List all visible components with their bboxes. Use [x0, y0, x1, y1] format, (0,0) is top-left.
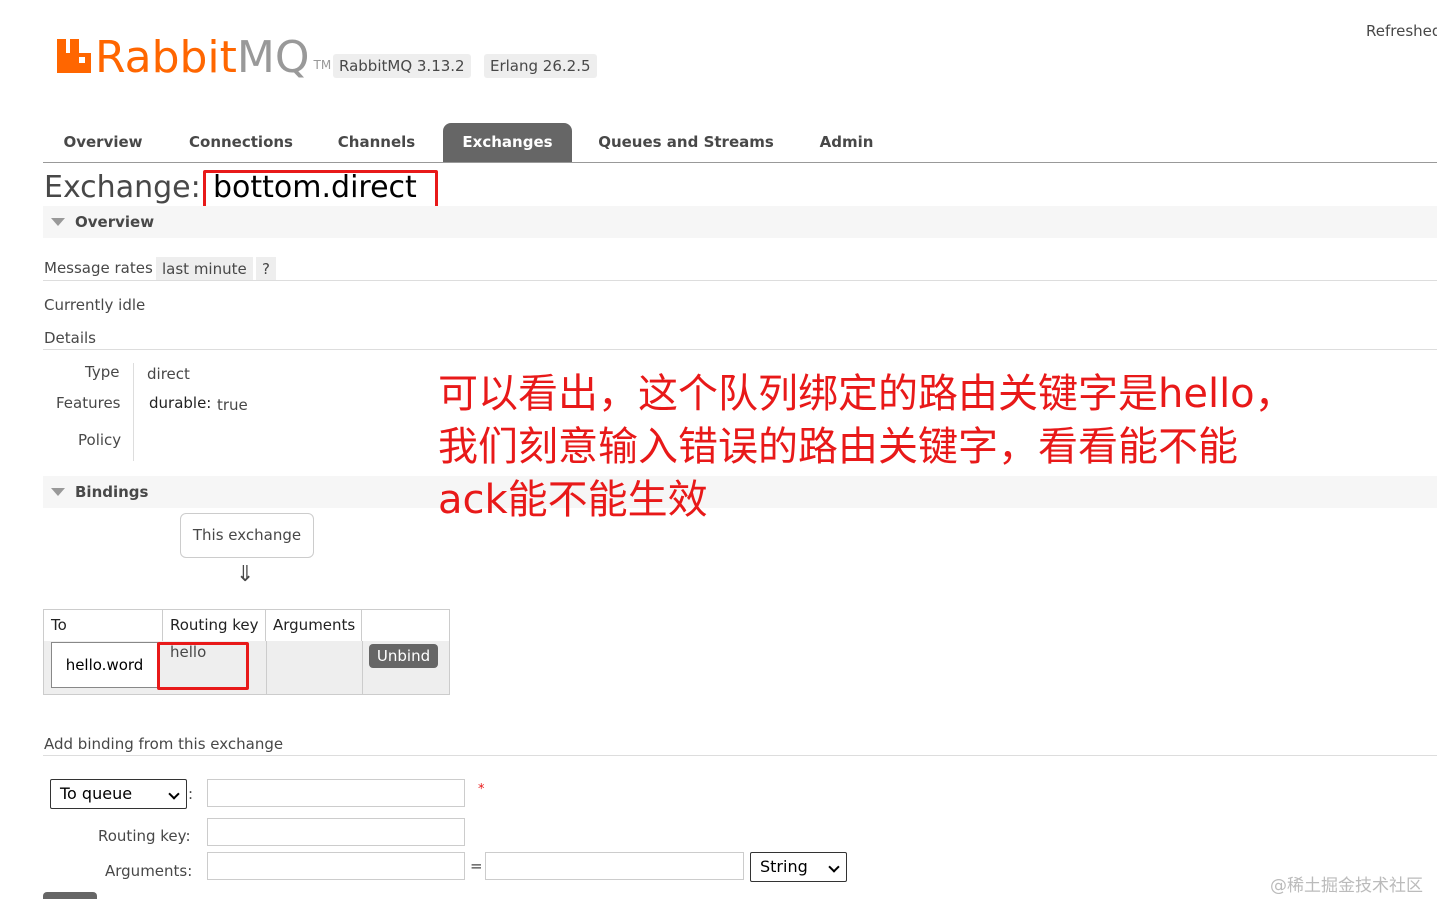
annotation-line-1: 可以看出，这个队列绑定的路由关键字是hello，	[438, 371, 1295, 417]
unbind-button[interactable]: Unbind	[369, 644, 438, 668]
annotation-line-3: ack能不能生效	[438, 477, 708, 523]
tab-queues-and-streams[interactable]: Queues and Streams	[591, 123, 781, 162]
overview-section-toggle[interactable]: Overview	[43, 206, 1437, 238]
tab-overview[interactable]: Overview	[53, 123, 153, 162]
required-mark: *	[478, 782, 485, 797]
argument-type-value: String	[760, 857, 808, 876]
collapse-triangle-icon	[51, 218, 65, 226]
refreshed-status: Refreshed	[1366, 22, 1437, 40]
chevron-down-icon	[828, 861, 840, 873]
bindings-heading: Bindings	[75, 483, 149, 501]
tab-channels[interactable]: Channels	[329, 123, 424, 162]
details-label: Details	[44, 329, 97, 347]
annotation-highlight-box-routing-key	[157, 642, 249, 690]
logo-trademark: TM	[313, 58, 332, 72]
argument-equals: =	[470, 857, 483, 875]
tab-connections[interactable]: Connections	[181, 123, 301, 162]
destination-colon: :	[188, 785, 194, 803]
routing-key-label: Routing key:	[98, 827, 191, 845]
message-rates-label: Message rates	[44, 259, 153, 277]
divider	[43, 280, 1437, 281]
idle-status: Currently idle	[44, 296, 146, 314]
column-header-arguments: Arguments	[266, 610, 362, 641]
column-header-routing-key: Routing key	[163, 610, 266, 641]
destination-type-value: To queue	[60, 784, 133, 803]
routing-key-input[interactable]	[207, 818, 465, 846]
erlang-badge: Erlang 26.2.5	[484, 54, 597, 78]
watermark: @稀土掘金技术社区	[1270, 876, 1423, 896]
help-button[interactable]: ?	[256, 257, 276, 281]
this-exchange-node: This exchange	[180, 513, 314, 558]
rate-range-selector[interactable]: last minute	[156, 257, 253, 281]
logo-text-mq: MQ	[236, 32, 310, 83]
overview-heading: Overview	[75, 213, 155, 231]
chevron-down-icon	[168, 788, 180, 800]
add-binding-heading: Add binding from this exchange	[44, 735, 284, 753]
bind-button[interactable]	[43, 892, 97, 899]
details-separator	[133, 363, 134, 461]
binding-destination-queue-link[interactable]: hello.word	[51, 642, 158, 688]
features-label: Features	[56, 394, 121, 412]
type-label: Type	[85, 363, 120, 381]
divider	[43, 755, 1437, 756]
destination-name-input[interactable]	[207, 779, 465, 807]
argument-value-input[interactable]	[485, 852, 744, 880]
divider	[43, 349, 1437, 350]
page-title: Exchange:	[44, 170, 201, 205]
collapse-triangle-icon	[51, 488, 65, 496]
column-header-actions	[362, 610, 449, 641]
features-key: durable:	[149, 394, 212, 412]
down-arrow-icon: ⇓	[236, 562, 255, 587]
argument-key-input[interactable]	[207, 852, 465, 880]
version-badge: RabbitMQ 3.13.2	[333, 54, 471, 78]
policy-label: Policy	[78, 431, 122, 449]
annotation-line-2: 我们刻意输入错误的路由关键字，看看能不能	[438, 424, 1238, 470]
rabbitmq-logo-icon	[57, 39, 91, 73]
annotation-highlight-box-title	[203, 170, 438, 210]
arguments-label: Arguments:	[105, 862, 193, 880]
annotation-text: 可以看出，这个队列绑定的路由关键字是hello， 我们刻意输入错误的路由关键字，…	[438, 368, 1298, 527]
tab-exchanges[interactable]: Exchanges	[443, 123, 572, 162]
logo-text-rabbit: Rabbit	[95, 32, 237, 83]
features-value: true	[217, 396, 248, 414]
column-header-to: To	[44, 610, 163, 641]
argument-type-select[interactable]: String	[750, 852, 847, 882]
rabbitmq-logo[interactable]: Rabbit MQ TM	[57, 30, 331, 80]
destination-type-select[interactable]: To queue	[50, 779, 187, 809]
tab-admin[interactable]: Admin	[809, 123, 884, 162]
main-nav-tabs: Overview Connections Channels Exchanges …	[43, 123, 1437, 163]
type-value: direct	[147, 365, 190, 383]
